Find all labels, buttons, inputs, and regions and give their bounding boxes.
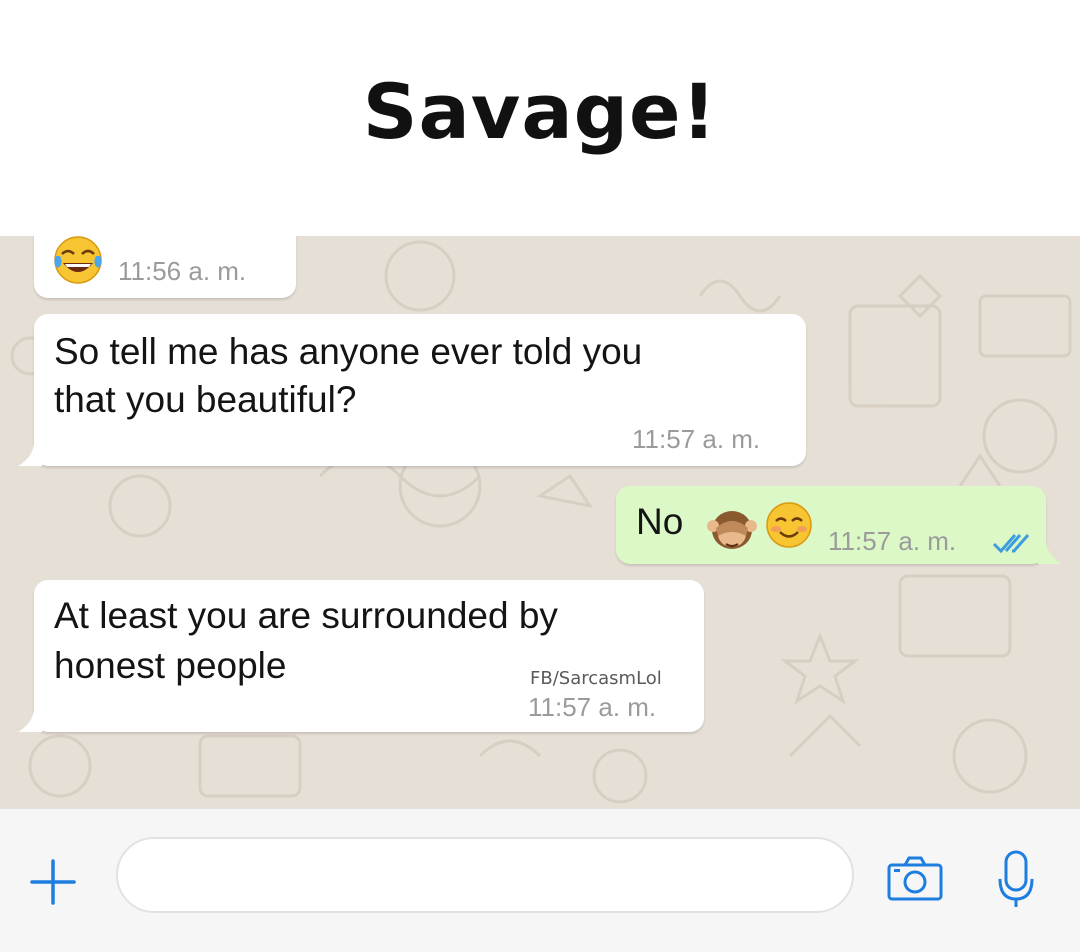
- meme-header: Savage!: [0, 0, 1080, 236]
- message-time: 11:56 a. m.: [118, 256, 247, 286]
- message-text-line: So tell me has anyone ever told you: [54, 331, 643, 372]
- message-time: 11:57 a. m.: [632, 424, 761, 454]
- message-text-line: that you beautiful?: [54, 379, 357, 420]
- bubble-tail: [1038, 542, 1062, 564]
- double-check-read-icon: [992, 534, 1030, 554]
- see-no-evil-monkey-emoji-icon: [707, 511, 757, 549]
- plus-icon[interactable]: [28, 857, 78, 907]
- message-text: No: [636, 501, 684, 542]
- message-input[interactable]: [116, 837, 854, 913]
- smiling-blushing-face-emoji-icon: [766, 502, 812, 548]
- message-bubble-outgoing[interactable]: No 11:57 a. m.: [616, 486, 1062, 564]
- bubble-tail: [18, 444, 42, 466]
- message-bubble-incoming[interactable]: 11:56 a. m.: [34, 236, 296, 298]
- message-text-line: At least you are surrounded by: [54, 595, 558, 636]
- microphone-icon[interactable]: [996, 849, 1036, 911]
- input-bar: [0, 808, 1080, 952]
- message-time: 11:57 a. m.: [828, 526, 957, 556]
- message-time: 11:57 a. m.: [528, 692, 657, 722]
- message-bubble-incoming[interactable]: So tell me has anyone ever told you that…: [18, 314, 806, 466]
- watermark-text: FB/SarcasmLol: [530, 668, 662, 689]
- message-text-line: honest people: [54, 645, 287, 686]
- message-bubble-incoming[interactable]: At least you are surrounded by honest pe…: [18, 580, 704, 732]
- meme-title: Savage!: [362, 66, 718, 156]
- chat-area[interactable]: 11:56 a. m. So tell me has anyone ever t…: [0, 236, 1080, 808]
- camera-icon[interactable]: [886, 855, 944, 903]
- tears-of-joy-emoji-icon: [54, 236, 102, 284]
- bubble-tail: [18, 710, 42, 732]
